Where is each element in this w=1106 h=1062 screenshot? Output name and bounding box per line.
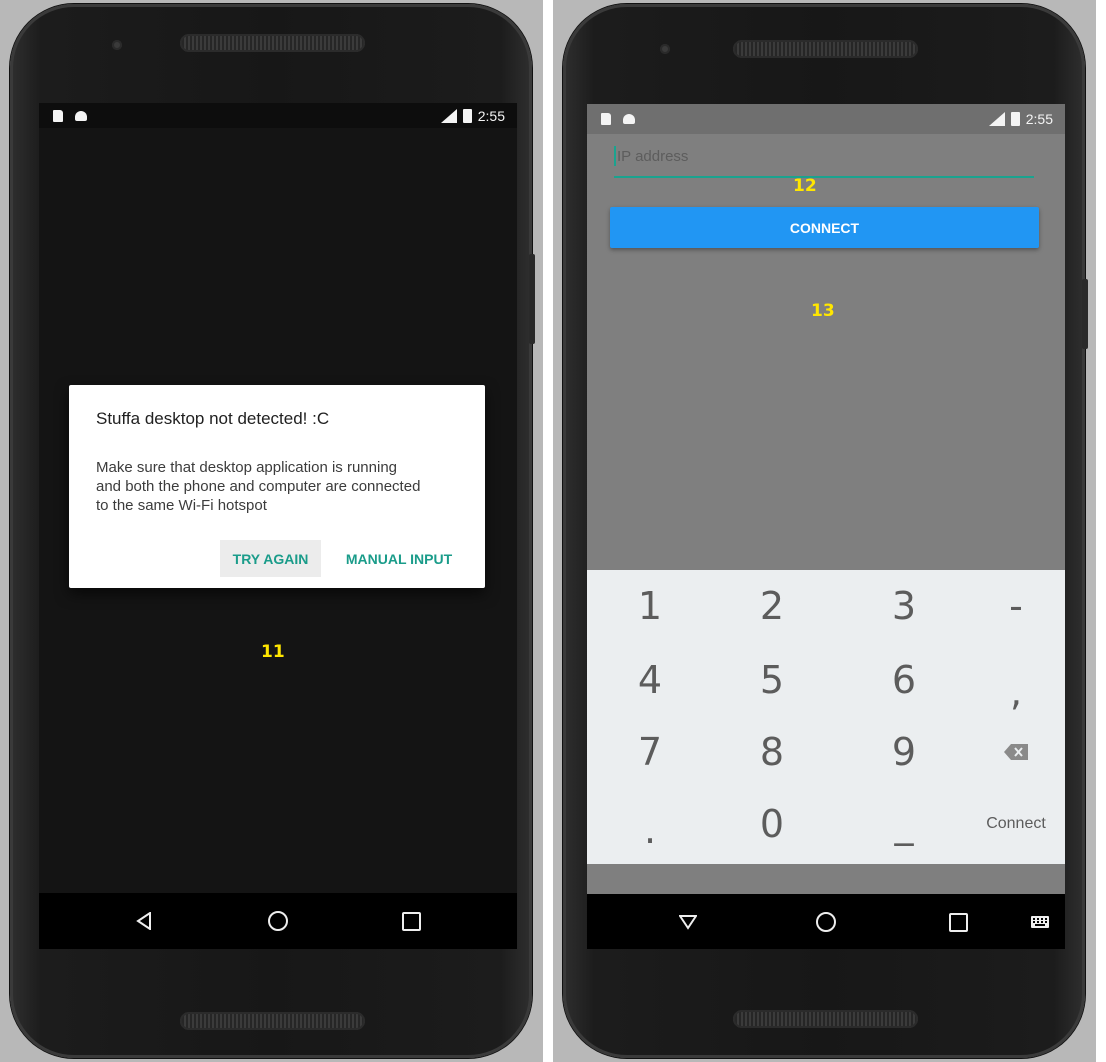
key-dash[interactable]: - <box>957 570 1065 642</box>
home-icon[interactable] <box>816 912 836 932</box>
status-bar: 2:55 <box>587 104 1065 134</box>
right-phone-frame: 2:55 IP address 12 CONNECT 13 1 2 3 - 4 … <box>563 4 1088 1058</box>
ip-address-input[interactable]: IP address <box>614 140 1034 178</box>
sd-card-icon <box>53 109 63 122</box>
status-bar: 2:55 <box>39 103 517 128</box>
key-5[interactable]: 5 <box>713 644 831 716</box>
backspace-icon <box>1004 744 1028 760</box>
recents-icon[interactable] <box>402 912 421 931</box>
android-icon <box>623 114 635 124</box>
key-0[interactable]: 0 <box>713 788 831 860</box>
sd-card-icon <box>601 113 611 125</box>
ip-address-placeholder: IP address <box>617 148 689 165</box>
dialog-message: Make sure that desktop application is ru… <box>96 459 421 514</box>
key-4[interactable]: 4 <box>591 644 709 716</box>
back-down-icon[interactable] <box>679 914 697 930</box>
status-time: 2:55 <box>1025 111 1053 127</box>
numeric-keypad: 1 2 3 - 4 5 6 , 7 8 9 . 0 _ Connect <box>587 570 1065 864</box>
key-6[interactable]: 6 <box>845 644 963 716</box>
bottom-speaker <box>180 1012 365 1030</box>
battery-icon <box>462 108 472 123</box>
signal-icon <box>440 108 457 123</box>
key-2[interactable]: 2 <box>713 570 831 642</box>
manual-input-button[interactable]: MANUAL INPUT <box>331 540 467 577</box>
battery-icon <box>1010 112 1020 126</box>
front-camera-icon <box>112 40 122 50</box>
signal-icon <box>988 112 1005 126</box>
top-speaker <box>180 34 365 52</box>
annotation-label-button: 13 <box>811 301 835 321</box>
android-icon <box>75 110 87 121</box>
key-1[interactable]: 1 <box>591 570 709 642</box>
key-3[interactable]: 3 <box>845 570 963 642</box>
key-7[interactable]: 7 <box>591 716 709 788</box>
key-9[interactable]: 9 <box>845 716 963 788</box>
key-backspace[interactable] <box>957 716 1065 788</box>
left-screen: 2:55 Stuffa desktop not detected! :C Mak… <box>39 103 517 949</box>
key-8[interactable]: 8 <box>713 716 831 788</box>
key-period[interactable]: . <box>591 794 709 866</box>
navigation-bar <box>587 894 1065 949</box>
connect-button[interactable]: CONNECT <box>610 207 1039 248</box>
home-icon[interactable] <box>268 911 288 931</box>
front-camera-icon <box>660 44 670 54</box>
keyboard-icon[interactable] <box>1030 915 1050 929</box>
text-cursor <box>614 146 616 166</box>
status-time: 2:55 <box>477 107 505 124</box>
try-again-button[interactable]: TRY AGAIN <box>220 540 321 577</box>
key-underscore[interactable]: _ <box>845 788 963 860</box>
left-phone-frame: 2:55 Stuffa desktop not detected! :C Mak… <box>10 4 535 1058</box>
recents-icon[interactable] <box>949 913 968 932</box>
volume-button <box>529 254 535 344</box>
dialog-title: Stuffa desktop not detected! :C <box>96 409 330 428</box>
back-icon[interactable] <box>136 912 152 930</box>
bottom-speaker <box>733 1010 918 1028</box>
connection-dialog: Stuffa desktop not detected! :C Make sur… <box>69 385 485 588</box>
annotation-label-field: 12 <box>793 176 817 196</box>
volume-button <box>1082 279 1088 349</box>
navigation-bar <box>39 893 517 949</box>
key-connect[interactable]: Connect <box>957 788 1065 860</box>
right-screen: 2:55 IP address 12 CONNECT 13 1 2 3 - 4 … <box>587 104 1065 949</box>
annotation-label: 11 <box>261 642 285 662</box>
top-speaker <box>733 40 918 58</box>
